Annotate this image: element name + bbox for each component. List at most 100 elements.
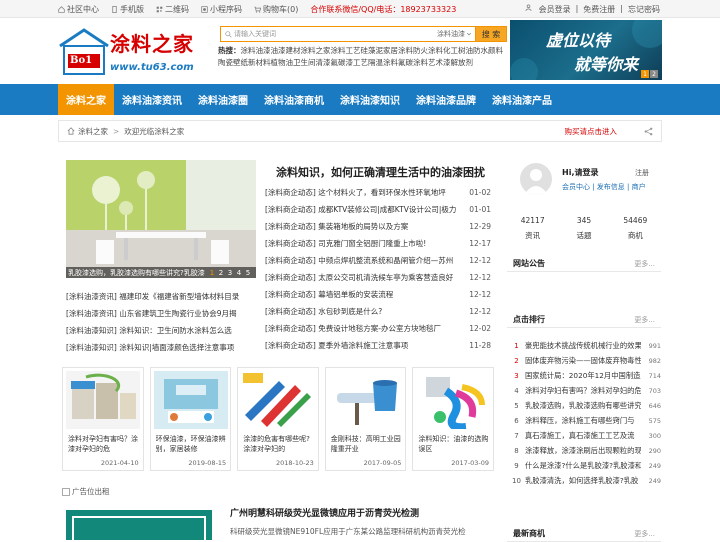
hotword-link[interactable]: 清漆 [316, 58, 331, 67]
hotword-link[interactable]: 隔温 [368, 58, 383, 67]
hotword-link[interactable]: 颜料 [488, 46, 503, 55]
nav-item-brand[interactable]: 涂料油漆品牌 [408, 84, 484, 115]
rank-item[interactable]: 9 什么是涂漆?什么是乳胶漆?乳胶漆和 249 [511, 459, 661, 474]
news-item[interactable]: [涂料商企动态] 成都KTV装修公司|成都KTV设计公司|极力 01-01 [265, 201, 491, 218]
hotword-link[interactable]: 涂料 [398, 46, 413, 55]
rank-item[interactable]: 6 涂料释压，涂料施工有哪些窍门与 575 [511, 413, 661, 428]
hotword-link[interactable]: 防火涂料 [413, 46, 443, 55]
news-item[interactable]: [涂料油漆知识] 涂料知识：卫生间防水涂料怎么选 [66, 322, 260, 339]
news-item[interactable]: [涂料商企动态] 免费设计地毯方案-办公室方块地毯厂 12-02 [265, 320, 491, 337]
thumbnail-card[interactable]: 涂料知识：油漆的选购误区 2017-03-09 [412, 367, 494, 471]
rank-item[interactable]: 3 国家统计局：2020年12月中国制造业 714 [511, 368, 661, 383]
topbar-link-cart[interactable]: 购物车(0) [254, 4, 298, 15]
nav-item-knowledge[interactable]: 涂料油漆知识 [332, 84, 408, 115]
rank-item[interactable]: 1 豪兜能技术挑战传统机械行业的效果 991 [511, 338, 661, 353]
hotword-link[interactable]: 防水 [473, 46, 488, 55]
rank-item[interactable]: 7 真石漆施工，真石漆施工工艺及流 300 [511, 429, 661, 444]
search-button[interactable]: 搜 索 [475, 26, 507, 42]
news-item[interactable]: [涂料商企动态] 太原公交司机清洗候车亭为乘客营造良好 12-12 [265, 269, 491, 286]
rank-item[interactable]: 8 涂漆释放，涂漆涂刷后出现颗粒的现 290 [511, 444, 661, 459]
thumbnail-card[interactable]: 涂漆的危害有哪些呢?涂漆对孕妇的 2018-10-23 [237, 367, 319, 471]
thumbnail-card[interactable]: 涂料对孕妇有害吗？涂漆对孕妇的危 2021-04-10 [62, 367, 144, 471]
hotword-link[interactable]: 卫生间 [293, 58, 316, 67]
hotword-link[interactable]: 艺术漆 [428, 58, 451, 67]
hotword-link[interactable]: 氟碳涂料 [398, 58, 428, 67]
topbar-link-qrcode[interactable]: 二维码 [156, 4, 189, 15]
hotword-link[interactable]: 硅藻泥 [361, 46, 384, 55]
rank-item[interactable]: 2 固体废弃物污染——固体废弃物毒性 982 [511, 353, 661, 368]
hotword-link[interactable]: 植物油 [271, 58, 294, 67]
news-item[interactable]: [涂料商企动态] 集装箱地板的局势以及方案 12-29 [265, 218, 491, 235]
hotword-link[interactable]: 涂料 [383, 58, 398, 67]
topbar-link-community[interactable]: 社区中心 [58, 4, 99, 15]
register-link[interactable]: 注册 [635, 168, 649, 178]
article-title[interactable]: 广州明慧科研级荧光显微镜应用于沥青荧光检测 [230, 506, 419, 519]
share-icon[interactable] [644, 127, 653, 136]
hotword-link[interactable]: 化工 [443, 46, 458, 55]
news-item[interactable]: [涂料商企动态] 水包砂到底是什么? 12-12 [265, 303, 491, 320]
greeting-login[interactable]: Hi,请登录 [562, 167, 598, 178]
rank-item[interactable]: 4 涂料对孕妇有害吗？涂料对孕妇的危 703 [511, 383, 661, 398]
hotword-link[interactable]: 解放剂 [451, 58, 474, 67]
banner-dot[interactable]: 1 [641, 70, 649, 78]
slide-num[interactable]: 1 [208, 268, 216, 277]
hotword-link[interactable]: 涂料工艺 [331, 46, 361, 55]
topbar-link-mobile[interactable]: 手机版 [111, 4, 144, 15]
hotword-link[interactable]: 壁纸 [233, 58, 248, 67]
topbar-link-miniprogram[interactable]: 小程序码 [201, 4, 242, 15]
nav-item-products[interactable]: 涂料油漆产品 [484, 84, 560, 115]
nav-item-circle[interactable]: 涂料油漆圈 [190, 84, 256, 115]
hotword-link[interactable]: 树油 [458, 46, 473, 55]
stat-business[interactable]: 54469 商机 [610, 216, 661, 248]
slide-num[interactable]: 5 [244, 268, 252, 277]
headline-title[interactable]: 涂料知识，如何正确清理生活中的油漆困扰 [276, 164, 498, 180]
hotword-link[interactable]: 陶瓷 [218, 58, 233, 67]
ad-placeholder[interactable]: 广告位出租 [62, 486, 110, 497]
search-scope-select[interactable]: 涂料油漆 [433, 26, 475, 42]
thumbnail-card[interactable]: 环保油漆，环保油漆辨别，家居装修 2019-08-15 [149, 367, 232, 471]
hotword-link[interactable]: 家居 [383, 46, 398, 55]
slide-num[interactable]: 4 [235, 268, 243, 277]
rank-item[interactable]: 10 乳胶漆清洗，如何选择乳胶漆?乳胶 249 [511, 474, 661, 489]
focus-slideshow[interactable]: 乳胶漆选购，乳胶漆选购有哪些讲究?乳胶漆 1 2 3 4 5 [66, 160, 256, 278]
hotword-link[interactable]: 涂料之家 [301, 46, 331, 55]
hotword-link[interactable]: 涂料油漆 [241, 46, 271, 55]
avatar[interactable] [520, 163, 552, 195]
nav-item-home[interactable]: 涂料之家 [58, 84, 114, 115]
news-item[interactable]: [涂料油漆资讯] 山东省建筑卫生陶瓷行业协会9月揭 [66, 305, 260, 322]
banner-dot[interactable]: 2 [650, 70, 658, 78]
hotword-link[interactable]: 氟碳漆 [331, 58, 354, 67]
header-ad-banner[interactable]: 虚位以待 就等你来 1 2 [510, 20, 662, 80]
more-link[interactable]: 更多... [634, 529, 655, 539]
search-input[interactable]: 请输入关键词 [220, 26, 433, 42]
news-item[interactable]: [涂料商企动态] 幕墙铝单板的安装流程 12-12 [265, 286, 491, 303]
hotword-link[interactable]: 油漆 [271, 46, 286, 55]
more-link[interactable]: 更多... [634, 315, 655, 325]
breadcrumb-home[interactable]: 涂料之家 [78, 126, 108, 137]
login-link[interactable]: 会员登录 [539, 4, 571, 15]
article-thumbnail[interactable] [66, 510, 212, 540]
hotword-link[interactable]: 新材料 [248, 58, 271, 67]
stat-news[interactable]: 42117 资讯 [507, 216, 558, 248]
nav-item-business[interactable]: 涂料油漆商机 [256, 84, 332, 115]
news-item[interactable]: [涂料商企动态] 司克雅门窗全铝厨门隆重上市啦! 12-17 [265, 235, 491, 252]
news-item[interactable]: [涂料商企动态] 中频点焊机整流系统和晶闸管介绍—苏州 12-12 [265, 252, 491, 269]
site-logo[interactable]: Bo1 涂料之家 www.tu63.com [58, 24, 198, 76]
news-item[interactable]: [涂料商企动态] 夏季外墙涂料施工注意事项 11-28 [265, 337, 491, 354]
stat-topics[interactable]: 345 话题 [558, 216, 609, 248]
slide-num[interactable]: 2 [217, 268, 225, 277]
register-link[interactable]: 免费注册 [583, 4, 615, 15]
buy-link[interactable]: 购买请点击进入 [565, 126, 618, 137]
forgot-password-link[interactable]: 忘记密码 [628, 4, 660, 15]
member-links[interactable]: 会员中心 | 发布信息 | 商户 [562, 182, 646, 192]
hotword-link[interactable]: 工艺 [353, 58, 368, 67]
news-item[interactable]: [涂料油漆知识] 涂料知识|墙面漆颜色选择注意事项 [66, 339, 260, 356]
news-item[interactable]: [涂料油漆资讯] 福建印发《福建省新型墙体材料目录 [66, 288, 260, 305]
hotword-link[interactable]: 建材 [286, 46, 301, 55]
nav-item-news[interactable]: 涂料油漆资讯 [114, 84, 190, 115]
thumbnail-card[interactable]: 金刚科技：高明工业园隆重开业 2017-09-05 [324, 367, 407, 471]
rank-item[interactable]: 5 乳胶漆选购，乳胶漆选购有哪些讲究 646 [511, 398, 661, 413]
slide-num[interactable]: 3 [226, 268, 234, 277]
more-link[interactable]: 更多... [634, 259, 655, 269]
news-item[interactable]: [涂料商企动态] 这个材料火了，看到环保水性环氧地坪 01-02 [265, 184, 491, 201]
